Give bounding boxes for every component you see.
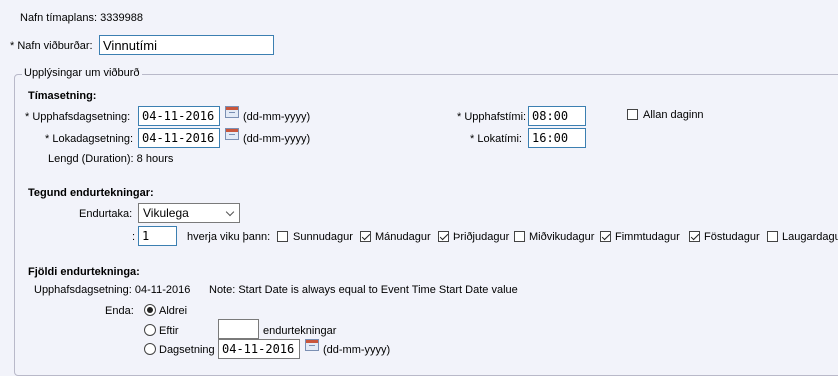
day-checkbox-friday[interactable] — [689, 231, 700, 242]
day-checkbox-wednesday[interactable] — [514, 231, 525, 242]
duration-text: Lengd (Duration): 8 hours — [48, 153, 174, 165]
end-date-recurrence-input[interactable] — [218, 339, 300, 359]
event-name-label: * Nafn viðburðar: — [10, 40, 93, 52]
day-label-thursday: Fimmtudagur — [615, 231, 680, 243]
calendar-icon[interactable] — [225, 128, 239, 140]
radio-date-label: Dagsetning — [159, 344, 215, 356]
day-label-wednesday: Miðvikudagur — [529, 231, 595, 243]
all-day-checkbox[interactable] — [627, 109, 638, 120]
end-label: Enda: — [105, 305, 134, 317]
start-time-label: * Upphafstími: — [457, 111, 527, 123]
radio-after[interactable] — [144, 324, 156, 336]
day-label-friday: Föstudagur — [704, 231, 760, 243]
day-label-monday: Mánudagur — [375, 231, 431, 243]
after-count-input[interactable] — [218, 319, 259, 339]
end-date-format: (dd-mm-yyyy) — [243, 133, 311, 145]
end-date-label: * Lokadagsetning: — [45, 133, 134, 145]
occurrence-start-line: Upphafsdagsetning: 04-11-2016 — [34, 284, 191, 296]
start-date-format: (dd-mm-yyyy) — [243, 111, 311, 123]
end-date-input[interactable] — [138, 128, 220, 148]
interval-prefix: : — [132, 231, 136, 243]
end-time-label: * Lokatími: — [470, 133, 522, 145]
day-checkbox-sunday[interactable] — [277, 231, 288, 242]
repeat-select-value: Vikulega — [143, 206, 189, 220]
recurrence-heading: Tegund endurtekningar: — [28, 187, 154, 199]
occurrence-note: Note: Start Date is always equal to Even… — [209, 284, 518, 296]
radio-never[interactable] — [144, 304, 156, 316]
repeat-select[interactable]: Vikulega — [138, 203, 240, 223]
plan-name-label: Nafn tímaplans: 3339988 — [20, 12, 143, 24]
radio-after-label: Eftir — [159, 325, 179, 337]
start-date-input[interactable] — [138, 106, 220, 126]
day-checkbox-saturday[interactable] — [767, 231, 778, 242]
day-label-saturday: Laugardagur — [782, 231, 838, 243]
chevron-down-icon — [225, 207, 235, 217]
day-checkbox-thursday[interactable] — [600, 231, 611, 242]
interval-input[interactable] — [138, 226, 177, 246]
timing-heading: Tímasetning: — [28, 90, 97, 102]
day-label-tuesday: Þriðjudagur — [453, 231, 510, 243]
interval-suffix: hverja viku þann: — [187, 231, 271, 243]
plan-name-value: 3339988 — [100, 12, 143, 24]
day-checkbox-monday[interactable] — [360, 231, 371, 242]
recurrence-date-format: (dd-mm-yyyy) — [323, 344, 391, 356]
event-name-input[interactable] — [99, 35, 274, 55]
after-suffix: endurtekningar — [263, 325, 337, 337]
all-day-label: Allan daginn — [643, 109, 704, 121]
start-time-input[interactable] — [528, 106, 586, 126]
radio-never-label: Aldrei — [159, 305, 188, 317]
radio-date[interactable] — [144, 343, 156, 355]
start-date-label: * Upphafsdagsetning: — [25, 111, 131, 123]
calendar-icon[interactable] — [225, 106, 239, 118]
end-time-input[interactable] — [528, 128, 586, 148]
day-checkbox-tuesday[interactable] — [438, 231, 449, 242]
day-label-sunday: Sunnudagur — [293, 231, 353, 243]
repeat-label: Endurtaka: — [79, 208, 133, 220]
calendar-icon[interactable] — [305, 339, 319, 351]
fieldset-legend: Upplýsingar um viðburð — [22, 67, 142, 79]
occurrences-heading: Fjöldi endurtekninga: — [28, 266, 140, 278]
